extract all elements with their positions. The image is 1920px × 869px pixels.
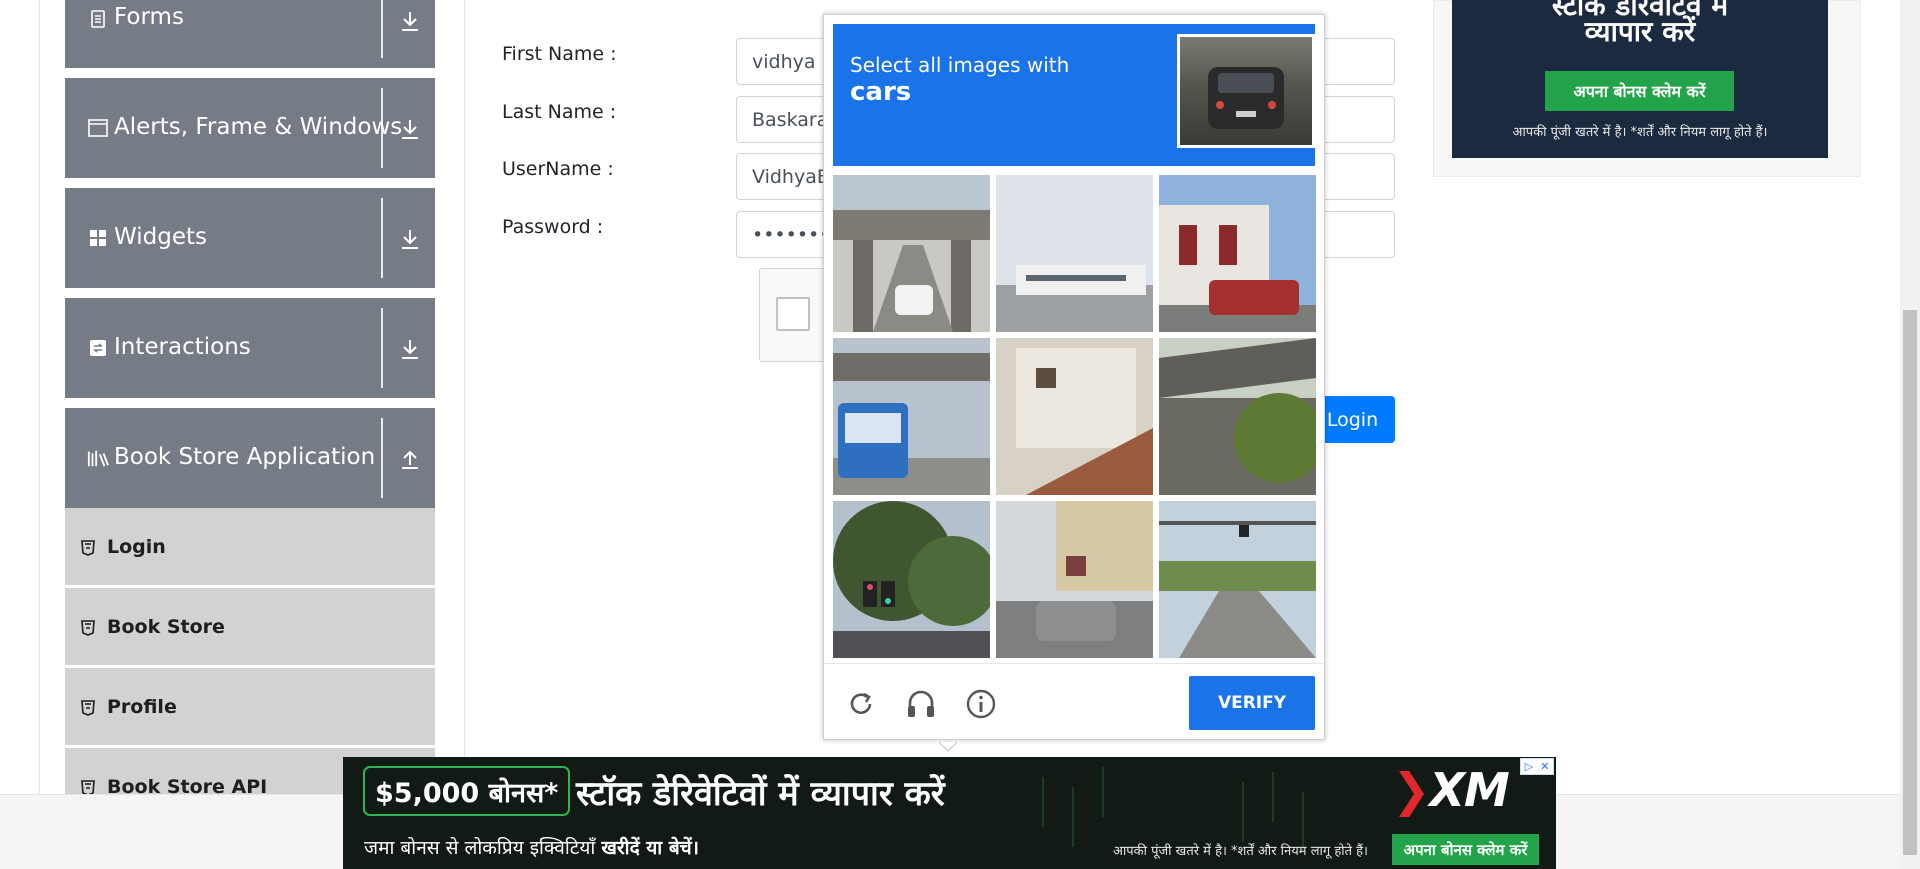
captcha-caret — [938, 741, 958, 752]
captcha-tile[interactable] — [996, 338, 1153, 495]
captcha-target: cars — [850, 77, 912, 107]
widgets-icon — [87, 227, 109, 249]
sidebar-group-title: Widgets — [114, 224, 207, 250]
download-arrow-icon[interactable] — [395, 334, 425, 364]
captcha-tile[interactable] — [1159, 501, 1316, 658]
xm-logo-text: XM — [1429, 763, 1510, 817]
ad-info-icon[interactable]: ▷ — [1525, 760, 1533, 773]
captcha-tile[interactable] — [833, 175, 990, 332]
right-ad[interactable]: स्टॉक डेरिवेटिव में व्यापार करें अपना बो… — [1452, 0, 1828, 158]
sidebar-group-title: Forms — [114, 4, 184, 30]
books-icon — [87, 447, 109, 469]
sidebar-group-interactions[interactable]: Interactions — [65, 298, 435, 398]
last-name-label: Last Name : — [502, 101, 617, 123]
reload-icon[interactable] — [842, 685, 880, 723]
sidebar-group-bookstore[interactable]: Book Store Application — [65, 408, 435, 508]
ad-disclaimer: आपकी पूंजी खतरे में है। *शर्तें और नियम … — [1113, 844, 1368, 859]
username-label: UserName : — [502, 158, 614, 180]
divider — [381, 88, 383, 168]
xm-logo: ❯XM — [1392, 763, 1510, 817]
captcha-tile[interactable] — [833, 501, 990, 658]
interactions-icon — [87, 337, 109, 359]
download-arrow-icon[interactable] — [395, 224, 425, 254]
download-arrow-icon[interactable] — [395, 6, 425, 36]
info-icon[interactable] — [962, 685, 1000, 723]
adchoices-icon[interactable]: ▷ ✕ — [1520, 758, 1554, 775]
ad-headline: स्टॉक डेरिवेटिवों में व्यापार करें — [576, 774, 945, 814]
captcha-sample-image — [1177, 34, 1315, 148]
forms-icon — [87, 8, 109, 30]
captcha-tile[interactable] — [833, 338, 990, 495]
ad-cta-button[interactable]: अपना बोनस क्लेम करें — [1392, 834, 1539, 865]
html5-icon — [81, 540, 95, 556]
ad-subline-plain: जमा बोनस से लोकप्रिय इक्विटियाँ — [364, 837, 596, 859]
password-label: Password : — [502, 216, 604, 238]
divider — [381, 0, 383, 58]
divider — [381, 418, 383, 498]
sidebar-item-profile[interactable]: Profile — [65, 668, 435, 747]
content-border — [464, 0, 465, 800]
html5-icon — [81, 700, 95, 716]
sidebar-item-label: Profile — [107, 696, 177, 718]
captcha-challenge: Select all images with cars VERIFY — [823, 14, 1325, 740]
captcha-instruction: Select all images with — [850, 53, 1070, 77]
sidebar-group-title: Alerts, Frame & Windows — [114, 114, 403, 140]
sidebar-group-forms[interactable]: Forms — [65, 0, 435, 68]
sidebar-group-title: Book Store Application — [114, 444, 376, 470]
sidebar-group-alerts[interactable]: Alerts, Frame & Windows — [65, 78, 435, 178]
ad-subline: जमा बोनस से लोकप्रिय इक्विटियाँ खरीदें य… — [364, 834, 699, 860]
right-ad-cta-button[interactable]: अपना बोनस क्लेम करें — [1545, 71, 1734, 111]
captcha-tile[interactable] — [1159, 338, 1316, 495]
sidebar-group-widgets[interactable]: Widgets — [65, 188, 435, 288]
sidebar-item-label: Login — [107, 536, 166, 558]
captcha-tile[interactable] — [996, 175, 1153, 332]
captcha-tile[interactable] — [996, 501, 1153, 658]
sidebar-item-login[interactable]: Login — [65, 508, 435, 587]
sidebar-group-title: Interactions — [114, 334, 251, 360]
right-ad-line2: व्यापार करें — [1584, 15, 1696, 48]
scrollbar-thumb[interactable] — [1903, 310, 1917, 855]
divider — [381, 308, 383, 388]
captcha-tile[interactable] — [1159, 175, 1316, 332]
first-name-label: First Name : — [502, 43, 617, 65]
verify-button[interactable]: VERIFY — [1189, 676, 1315, 730]
xm-logo-mark: ❯ — [1392, 763, 1431, 817]
captcha-header: Select all images with cars — [833, 24, 1315, 166]
bottom-ad-banner[interactable]: $5,000 बोनस* स्टॉक डेरिवेटिवों में व्याप… — [343, 757, 1556, 869]
sidebar-item-book-store[interactable]: Book Store — [65, 588, 435, 667]
ad-subline-bold: खरीदें या बेचें। — [601, 837, 699, 859]
ad-bonus-badge: $5,000 बोनस* — [363, 766, 571, 816]
captcha-footer-divider — [824, 663, 1324, 664]
window-icon — [87, 117, 109, 139]
ad-close-icon[interactable]: ✕ — [1540, 760, 1549, 773]
audio-icon[interactable] — [902, 685, 940, 723]
sidebar-border — [39, 0, 40, 800]
divider — [381, 198, 383, 278]
right-ad-disclaimer: आपकी पूंजी खतरे में है। *शर्तें और नियम … — [1512, 125, 1768, 140]
upload-arrow-icon[interactable] — [395, 444, 425, 474]
html5-icon — [81, 620, 95, 636]
download-arrow-icon[interactable] — [395, 114, 425, 144]
recaptcha-checkbox[interactable] — [776, 297, 810, 331]
sidebar-item-label: Book Store — [107, 616, 225, 638]
